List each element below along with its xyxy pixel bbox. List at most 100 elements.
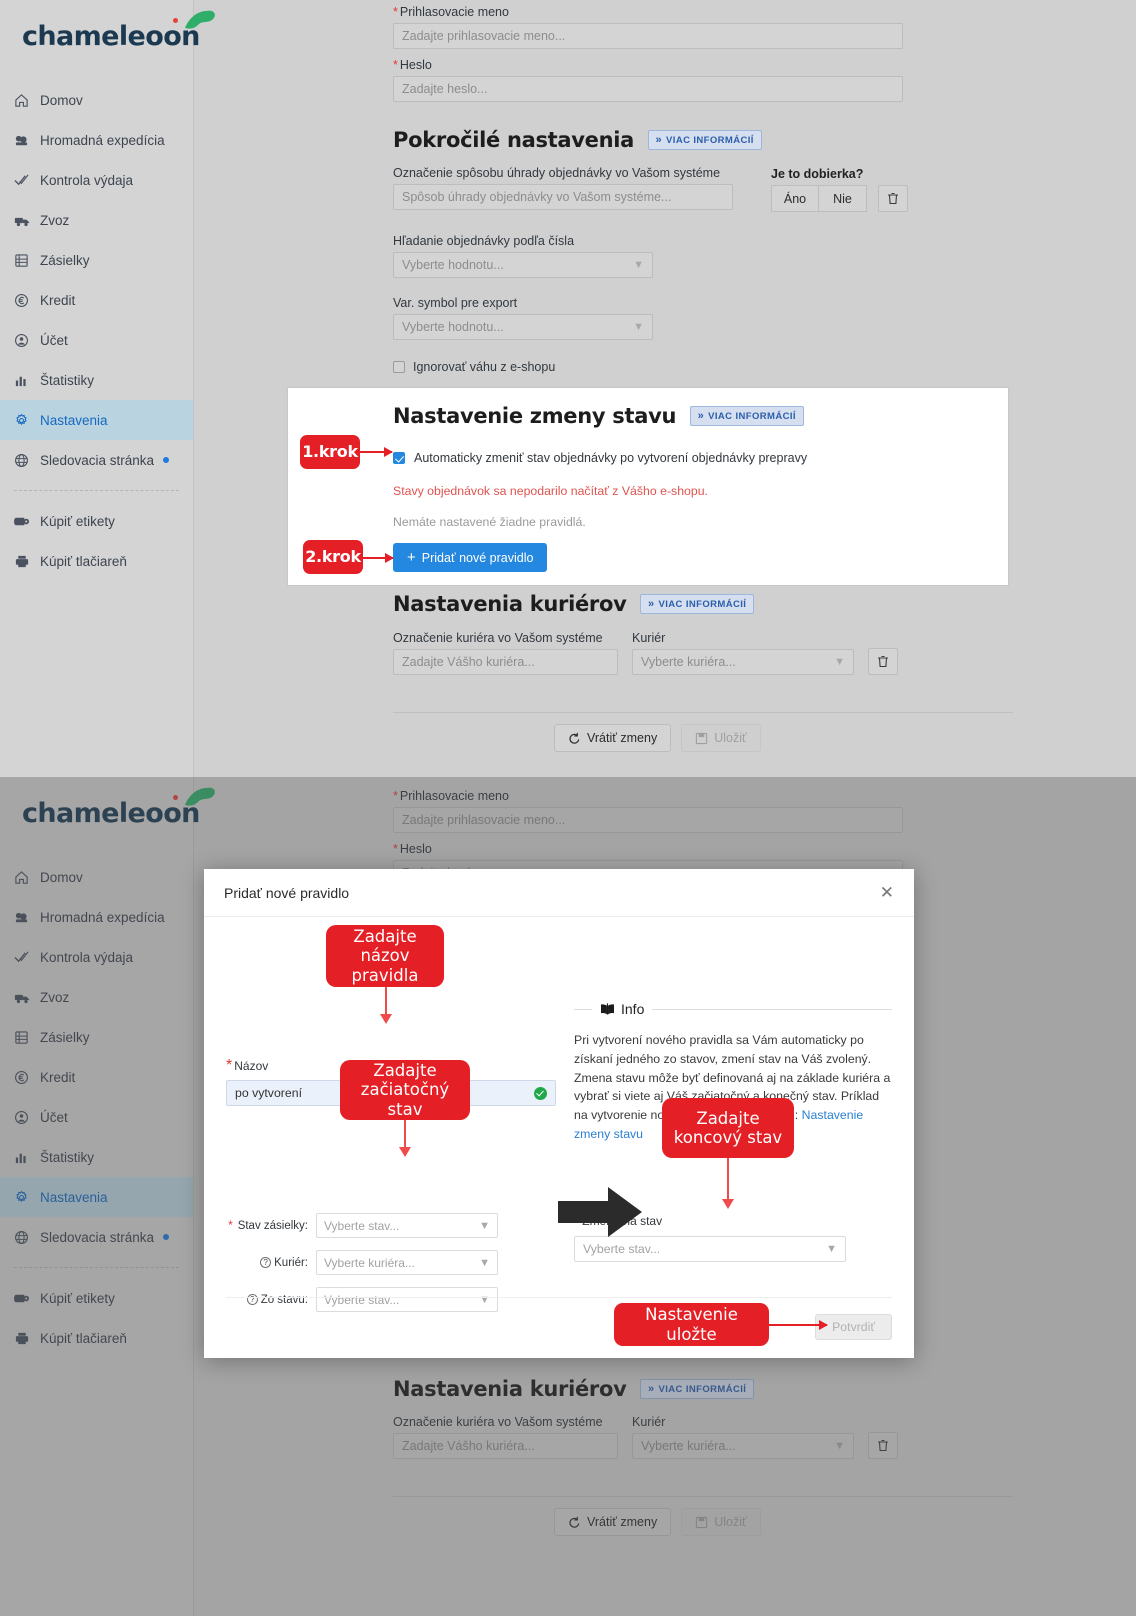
modal-left-column: * Názov po vytvorení * Stav zásielky: Vybe… bbox=[226, 939, 556, 1324]
right-arrow-icon bbox=[558, 1187, 642, 1237]
courier-select[interactable]: Vyberte kuriéra... ▼ bbox=[316, 1250, 498, 1275]
trash-icon bbox=[878, 655, 888, 668]
sidebar-item-kredit[interactable]: Kredit bbox=[0, 280, 193, 320]
trash-icon bbox=[888, 192, 898, 205]
cod-yes-button[interactable]: Áno bbox=[771, 185, 819, 212]
shipment-state-select[interactable]: Vyberte stav... ▼ bbox=[316, 1213, 498, 1238]
delete-courier-row-button[interactable] bbox=[868, 648, 898, 675]
sidebar-item-label: Štatistiky bbox=[40, 372, 95, 388]
couriers-title: Nastavenia kuriérov bbox=[393, 592, 627, 616]
brand-name: chameleoon bbox=[22, 20, 200, 52]
ignore-weight-row[interactable]: Ignorovať váhu z e-shopu bbox=[393, 360, 555, 374]
varsym-select[interactable]: Vyberte hodnotu... ▼ bbox=[393, 314, 653, 340]
sidebar-item-kupit-etikety[interactable]: Kúpiť etikety bbox=[0, 501, 193, 541]
revert-changes-button[interactable]: Vrátiť zmeny bbox=[554, 724, 672, 752]
screenshot-top: chameleoon Domov Hromadná expedícia Kont… bbox=[0, 0, 1136, 777]
info-title: Info bbox=[600, 1001, 644, 1017]
advanced-more-info-button[interactable]: » VIAC INFORMÁCIÍ bbox=[647, 130, 762, 150]
password-label: * Heslo bbox=[393, 58, 432, 72]
auto-change-row[interactable]: Automaticky zmeniť stav objednávky po vy… bbox=[393, 451, 807, 465]
advanced-section: Pokročilé nastavenia » VIAC INFORMÁCIÍ bbox=[393, 128, 762, 152]
sidebar-item-label: Zvoz bbox=[40, 212, 70, 228]
couriers-more-info-button[interactable]: » VIAC INFORMÁCIÍ bbox=[639, 594, 755, 614]
divider-left bbox=[574, 1008, 592, 1010]
courier-select-value: Vyberte kuriéra... bbox=[641, 655, 736, 669]
sidebar-item-label: Sledovacia stránka bbox=[40, 452, 155, 468]
search-select[interactable]: Vyberte hodnotu... ▼ bbox=[393, 252, 653, 278]
password-input[interactable]: Zadajte heslo... bbox=[393, 76, 903, 102]
payment-label: Označenie spôsobu úhrady objednávky vo V… bbox=[393, 166, 721, 180]
courier-own-label: Označenie kuriéra vo Vašom systéme bbox=[393, 631, 603, 645]
save-button[interactable]: Uložiť bbox=[681, 724, 761, 752]
chevron-down-icon: ▼ bbox=[479, 1256, 490, 1269]
gear-icon bbox=[14, 413, 40, 428]
sidebar-item-kontrola-vydaja[interactable]: Kontrola výdaja bbox=[0, 160, 193, 200]
info-header: Info bbox=[574, 1001, 892, 1017]
chevron-double-right-icon: » bbox=[655, 134, 663, 146]
search-select-value: Vyberte hodnotu... bbox=[402, 258, 504, 272]
label-roll-icon bbox=[14, 514, 40, 529]
home-icon bbox=[14, 93, 40, 108]
sidebar: chameleoon Domov Hromadná expedícia Kont… bbox=[0, 0, 215, 777]
add-rule-modal: Pridať nové pravidlo ✕ * Názov po vytvore… bbox=[204, 869, 914, 1358]
modal-header: Pridať nové pravidlo ✕ bbox=[204, 869, 914, 917]
sidebar-item-domov[interactable]: Domov bbox=[0, 80, 193, 120]
sidebar-item-sledovacia-stranka[interactable]: Sledovacia stránka bbox=[0, 440, 193, 480]
logo-dot-icon bbox=[172, 17, 178, 23]
sidebar-item-label: Kontrola výdaja bbox=[40, 172, 134, 188]
add-rule-label: Pridať nové pravidlo bbox=[421, 550, 534, 565]
step1-arrow bbox=[360, 447, 393, 457]
status-change-title: Nastavenie zmeny stavu bbox=[393, 404, 677, 428]
add-rule-button[interactable]: + Pridať nové pravidlo bbox=[393, 543, 548, 572]
payment-input[interactable]: Spôsob úhrady objednávky vo Vašom systém… bbox=[393, 184, 733, 210]
courier-own-input[interactable]: Zadajte Vášho kuriéra... bbox=[393, 649, 618, 675]
modal-footer: Potvrdiť bbox=[226, 1297, 892, 1340]
auto-change-checkbox[interactable] bbox=[393, 452, 405, 464]
credentials-block: * Prihlasovacie meno Zadajte prihlasovaci… bbox=[393, 5, 903, 102]
sidebar-item-label: Domov bbox=[40, 92, 83, 108]
revert-label: Vrátiť zmeny bbox=[587, 731, 658, 745]
courier-value: Vyberte kuriéra... bbox=[324, 1255, 415, 1270]
delete-payment-row-button[interactable] bbox=[878, 185, 908, 212]
status-load-error: Stavy objednávok sa nepodarilo načítať z… bbox=[393, 484, 708, 498]
cod-no-button[interactable]: Nie bbox=[819, 185, 867, 212]
advanced-title: Pokročilé nastavenia bbox=[393, 128, 635, 152]
modal-body: * Názov po vytvorení * Stav zásielky: Vybe… bbox=[204, 917, 914, 1324]
cod-toggle-group[interactable]: Áno Nie bbox=[771, 185, 867, 212]
auto-change-label: Automaticky zmeniť stav objednávky po vy… bbox=[414, 451, 808, 465]
callout-start-state-arrow bbox=[399, 1120, 411, 1157]
sidebar-nav: Domov Hromadná expedícia Kontrola výdaja… bbox=[0, 80, 193, 581]
sidebar-item-zasielky[interactable]: Zásielky bbox=[0, 240, 193, 280]
more-info-label: VIAC INFORMÁCIÍ bbox=[658, 598, 747, 610]
cod-label: Je to dobierka? bbox=[771, 167, 864, 181]
callout-end-state: Zadajte koncový stav bbox=[662, 1098, 794, 1158]
rule-name-value: po vytvorení bbox=[235, 1086, 302, 1100]
login-input[interactable]: Zadajte prihlasovacie meno... bbox=[393, 23, 903, 49]
help-icon[interactable]: ? bbox=[260, 1257, 272, 1268]
chevron-down-icon: ▼ bbox=[633, 321, 644, 333]
sidebar-item-zvoz[interactable]: Zvoz bbox=[0, 200, 193, 240]
sidebar-item-nastavenia[interactable]: Nastavenia bbox=[0, 400, 193, 440]
euro-icon bbox=[14, 293, 40, 308]
flow-arrow bbox=[556, 1183, 646, 1246]
courier-row: ? Kuriér: Vyberte kuriéra... ▼ bbox=[226, 1250, 556, 1275]
brand-logo[interactable]: chameleoon bbox=[0, 0, 215, 72]
sidebar-item-hromadna-expedicia[interactable]: Hromadná expedícia bbox=[0, 120, 193, 160]
courier-select[interactable]: Vyberte kuriéra... ▼ bbox=[632, 649, 854, 675]
courier-row: Označenie kuriéra vo Vašom systéme Zadaj… bbox=[393, 631, 898, 675]
sidebar-item-label: Kúpiť etikety bbox=[40, 513, 115, 529]
sidebar-item-label: Zásielky bbox=[40, 252, 90, 268]
sidebar-item-label: Kredit bbox=[40, 292, 76, 308]
undo-icon bbox=[569, 732, 580, 744]
sidebar-item-kupit-tlaciaren[interactable]: Kúpiť tlačiareň bbox=[0, 541, 193, 581]
sidebar-item-ucet[interactable]: Účet bbox=[0, 320, 193, 360]
sidebar-item-statistiky[interactable]: Štatistiky bbox=[0, 360, 193, 400]
chevron-down-icon: ▼ bbox=[826, 1242, 837, 1255]
status-change-more-info-button[interactable]: » VIAC INFORMÁCIÍ bbox=[689, 406, 804, 426]
callout-rule-name: Zadajte názov pravidla bbox=[326, 925, 444, 987]
info-title-label: Info bbox=[621, 1001, 645, 1017]
ignore-weight-checkbox[interactable] bbox=[393, 361, 405, 373]
cod-block: Je to dobierka? Áno Nie bbox=[771, 167, 908, 212]
valid-check-icon bbox=[534, 1086, 547, 1100]
close-icon[interactable]: ✕ bbox=[880, 884, 894, 901]
